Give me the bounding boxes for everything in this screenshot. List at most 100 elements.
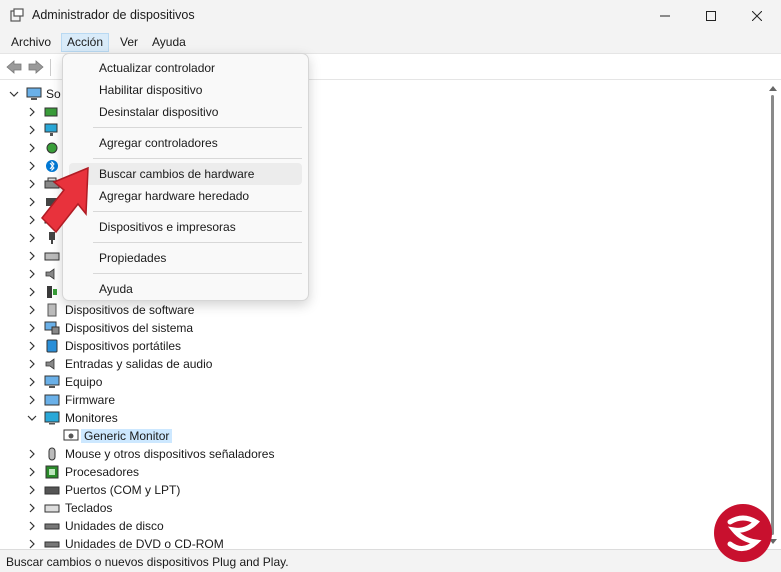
close-button[interactable] — [734, 0, 780, 31]
tree-item-label: Unidades de DVD o CD-ROM — [65, 537, 224, 549]
chevron-right-icon[interactable] — [27, 287, 37, 297]
title-bar: Administrador de dispositivos — [0, 0, 781, 31]
disk-drive-icon — [44, 523, 60, 530]
software-device-icon — [47, 303, 57, 317]
chevron-right-icon[interactable] — [27, 179, 37, 189]
tree-item-label: Generic Monitor — [81, 429, 173, 443]
chevron-right-icon[interactable] — [27, 485, 37, 495]
tree-item-monitors[interactable]: Monitores — [0, 409, 760, 427]
tree-item-firmware[interactable]: Firmware — [0, 391, 760, 409]
tree-item-keyboards[interactable]: Teclados — [0, 499, 760, 517]
menu-separator — [93, 158, 302, 159]
menu-accion[interactable]: Acción — [61, 33, 110, 52]
chevron-right-icon[interactable] — [27, 359, 37, 369]
chevron-right-icon[interactable] — [27, 143, 37, 153]
sound-icon — [45, 268, 55, 280]
firmware-icon — [44, 394, 60, 406]
computer-icon — [44, 375, 60, 388]
menu-bar: Archivo Acción Ver Ayuda — [0, 31, 781, 53]
menu-item-uninstall-device[interactable]: Desinstalar dispositivo — [69, 101, 302, 123]
annotation-arrow-icon — [40, 166, 89, 234]
tree-item-label: Dispositivos portátiles — [65, 339, 182, 353]
chevron-right-icon[interactable] — [27, 251, 37, 261]
chevron-right-icon[interactable] — [27, 449, 37, 459]
tree-item-ports[interactable]: Puertos (COM y LPT) — [0, 481, 760, 499]
tree-item-label: Firmware — [65, 393, 115, 407]
tree-item-label: Puertos (COM y LPT) — [65, 483, 181, 497]
back-arrow-icon[interactable] — [5, 59, 23, 75]
monitor-device-icon — [63, 429, 79, 441]
processor-icon — [45, 465, 59, 479]
tree-item-dvd-drives[interactable]: Unidades de DVD o CD-ROM — [0, 535, 760, 549]
portable-device-icon — [46, 339, 58, 353]
tree-item-label: Procesadores — [65, 465, 140, 479]
chevron-right-icon[interactable] — [27, 395, 37, 405]
chevron-down-icon[interactable] — [9, 89, 19, 99]
tree-item-disk-drives[interactable]: Unidades de disco — [0, 517, 760, 535]
menu-item-add-drivers[interactable]: Agregar controladores — [69, 132, 302, 154]
battery-icon — [44, 107, 58, 117]
tree-item-audio-io[interactable]: Entradas y salidas de audio — [0, 355, 760, 373]
tree-item-generic-monitor[interactable]: Generic Monitor — [0, 427, 760, 445]
chevron-down-icon[interactable] — [27, 413, 37, 423]
tree-item-label: Equipo — [65, 375, 103, 389]
tree-item-label: Mouse y otros dispositivos señaladores — [65, 447, 275, 461]
chevron-right-icon[interactable] — [27, 539, 37, 549]
chevron-right-icon[interactable] — [27, 215, 37, 225]
minimize-button[interactable] — [642, 0, 688, 31]
tree-item-system-devices[interactable]: Dispositivos del sistema — [0, 319, 760, 337]
device-manager-app-icon — [10, 8, 24, 22]
tree-item-portable-devices[interactable]: Dispositivos portátiles — [0, 337, 760, 355]
port-icon — [44, 486, 60, 495]
tree-item-computer[interactable]: Equipo — [0, 373, 760, 391]
chevron-right-icon[interactable] — [27, 521, 37, 531]
status-bar: Buscar cambios o nuevos dispositivos Plu… — [0, 549, 781, 572]
menu-item-enable-device[interactable]: Habilitar dispositivo — [69, 79, 302, 101]
security-device-icon — [47, 286, 57, 298]
tree-item-label: Teclados — [65, 501, 113, 515]
computer-icon — [26, 87, 42, 100]
chevron-right-icon[interactable] — [27, 233, 37, 243]
chevron-right-icon[interactable] — [27, 125, 37, 135]
chevron-right-icon[interactable] — [27, 503, 37, 513]
minimize-icon — [660, 15, 670, 16]
tree-item-mouse[interactable]: Mouse y otros dispositivos señaladores — [0, 445, 760, 463]
scrollbar-thumb[interactable] — [771, 95, 774, 535]
menu-archivo[interactable]: Archivo — [6, 33, 56, 52]
tree-item-processors[interactable]: Procesadores — [0, 463, 760, 481]
system-device-icon — [44, 321, 60, 335]
chevron-right-icon[interactable] — [27, 161, 37, 171]
chevron-right-icon[interactable] — [27, 305, 37, 315]
status-text: Buscar cambios o nuevos dispositivos Plu… — [6, 555, 289, 569]
tree-item-label: Monitores — [65, 411, 118, 425]
menu-ver[interactable]: Ver — [115, 33, 143, 52]
menu-separator — [93, 242, 302, 243]
dvd-drive-icon — [44, 541, 60, 548]
menu-item-properties[interactable]: Propiedades — [69, 247, 302, 269]
chevron-right-icon[interactable] — [27, 323, 37, 333]
window-title: Administrador de dispositivos — [32, 8, 195, 22]
maximize-button[interactable] — [688, 0, 734, 31]
menu-separator — [93, 211, 302, 212]
chevron-right-icon[interactable] — [27, 467, 37, 477]
chevron-right-icon[interactable] — [27, 107, 37, 117]
maximize-icon — [706, 10, 716, 21]
forward-arrow-icon[interactable] — [27, 59, 45, 75]
tree-root-label: So — [46, 87, 61, 101]
menu-item-help[interactable]: Ayuda — [69, 278, 302, 300]
tree-item-software-devices[interactable]: Dispositivos de software — [0, 301, 760, 319]
mouse-icon — [48, 447, 56, 461]
speaker-icon — [45, 358, 55, 370]
vertical-scrollbar[interactable] — [765, 81, 781, 549]
scroll-up-icon[interactable] — [769, 85, 777, 91]
chevron-right-icon[interactable] — [27, 377, 37, 387]
menu-ayuda[interactable]: Ayuda — [147, 33, 191, 52]
menu-item-update-driver[interactable]: Actualizar controlador — [69, 57, 302, 79]
keyboard-icon — [44, 504, 60, 513]
tree-item-label: Dispositivos del sistema — [65, 321, 194, 335]
menu-separator — [93, 127, 302, 128]
chevron-right-icon[interactable] — [27, 269, 37, 279]
network-icon — [44, 123, 58, 136]
chevron-right-icon[interactable] — [27, 341, 37, 351]
chevron-right-icon[interactable] — [27, 197, 37, 207]
